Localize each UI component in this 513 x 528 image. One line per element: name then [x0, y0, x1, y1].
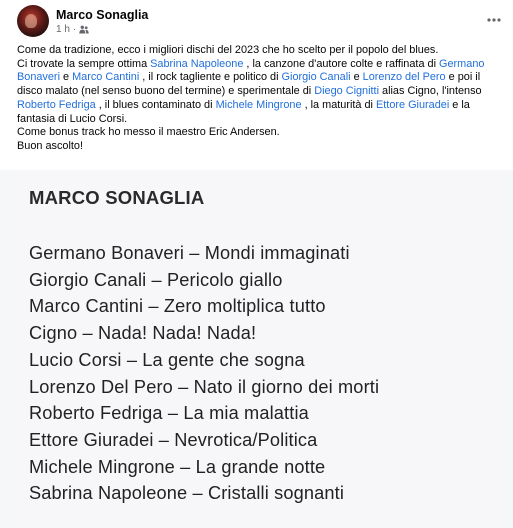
post-text-line: Ci trovate la sempre ottima Sabrina Napo…: [17, 58, 502, 72]
post-text-line: Come bonus track ho messo il maestro Eri…: [17, 126, 280, 139]
text-segment: e la: [449, 98, 470, 111]
mention-link[interactable]: Roberto Fedriga: [17, 99, 96, 111]
post-header: Marco Sonaglia 1 h ·: [0, 0, 513, 40]
album-item: Cigno – Nada! Nada! Nada!: [29, 323, 257, 344]
album-item: Sabrina Napoleone – Cristalli sognanti: [29, 483, 345, 504]
album-item: Marco Cantini – Zero moltiplica tutto: [29, 296, 326, 317]
text-segment: e poi il: [445, 71, 481, 84]
post-text-line: fantasia di Lucio Corsi.: [17, 112, 128, 125]
album-item: Michele Mingrone – La grande notte: [29, 456, 326, 477]
text-segment: , il rock tagliente e politico di: [139, 71, 282, 84]
mention-link[interactable]: Germano: [439, 58, 484, 70]
post-text: Come da tradizione, ecco i migliori disc…: [17, 44, 502, 154]
image-title: MARCO SONAGLIA: [29, 187, 205, 208]
post-text-line: Bonaveri e Marco Cantini , il rock tagli…: [17, 71, 502, 85]
text-segment: e: [59, 71, 73, 84]
text-segment: , la canzone d'autore colte e raffinata …: [243, 57, 440, 70]
text-segment: , il blues contaminato di: [95, 98, 216, 111]
avatar[interactable]: [17, 5, 49, 37]
album-item: Roberto Fedriga – La mia malattia: [29, 403, 309, 424]
meta-separator: ·: [72, 24, 77, 35]
post-text-line: Come da tradizione, ecco i migliori disc…: [17, 44, 439, 56]
text-segment: e: [350, 71, 363, 84]
mention-link[interactable]: Marco Cantini: [72, 71, 139, 83]
mention-link[interactable]: Bonaveri: [17, 71, 60, 83]
album-item: Germano Bonaveri – Mondi immaginati: [29, 243, 350, 263]
post-text-line: Buon ascolto!: [17, 139, 83, 152]
more-dots-icon: [487, 18, 501, 22]
mention-link[interactable]: Giorgio Canali: [282, 71, 351, 83]
mention-link[interactable]: Michele Mingrone: [216, 99, 302, 111]
post-timestamp[interactable]: 1 h: [56, 24, 70, 35]
post-text-line: disco malato (nel senso buono del termin…: [17, 85, 502, 99]
friends-audience-icon[interactable]: [79, 25, 89, 34]
mention-link[interactable]: Sabrina Napoleone: [150, 58, 243, 70]
post-text-line: Roberto Fedriga , il blues contaminato d…: [17, 99, 502, 113]
album-item: Lucio Corsi – La gente che sogna: [29, 349, 305, 370]
text-segment: alias Cigno, l'intenso: [379, 85, 482, 98]
mention-link[interactable]: Ettore Giuradei: [376, 99, 449, 111]
text-segment: Ci trovate la sempre ottima: [17, 57, 151, 70]
text-segment: , la maturità di: [301, 98, 376, 111]
mention-link[interactable]: Diego Cignitti: [314, 85, 379, 97]
author-name[interactable]: Marco Sonaglia: [56, 8, 148, 22]
album-item: Giorgio Canali – Pericolo giallo: [29, 269, 283, 290]
mention-link[interactable]: Lorenzo del Pero: [363, 71, 446, 83]
album-item: Ettore Giuradei – Nevrotica/Politica: [29, 429, 318, 450]
post-meta: 1 h ·: [56, 24, 89, 35]
text-segment: disco malato (nel senso buono del termin…: [17, 85, 315, 98]
more-options-button[interactable]: [484, 10, 504, 30]
album-item: Lorenzo Del Pero – Nato il giorno dei mo…: [29, 376, 380, 397]
